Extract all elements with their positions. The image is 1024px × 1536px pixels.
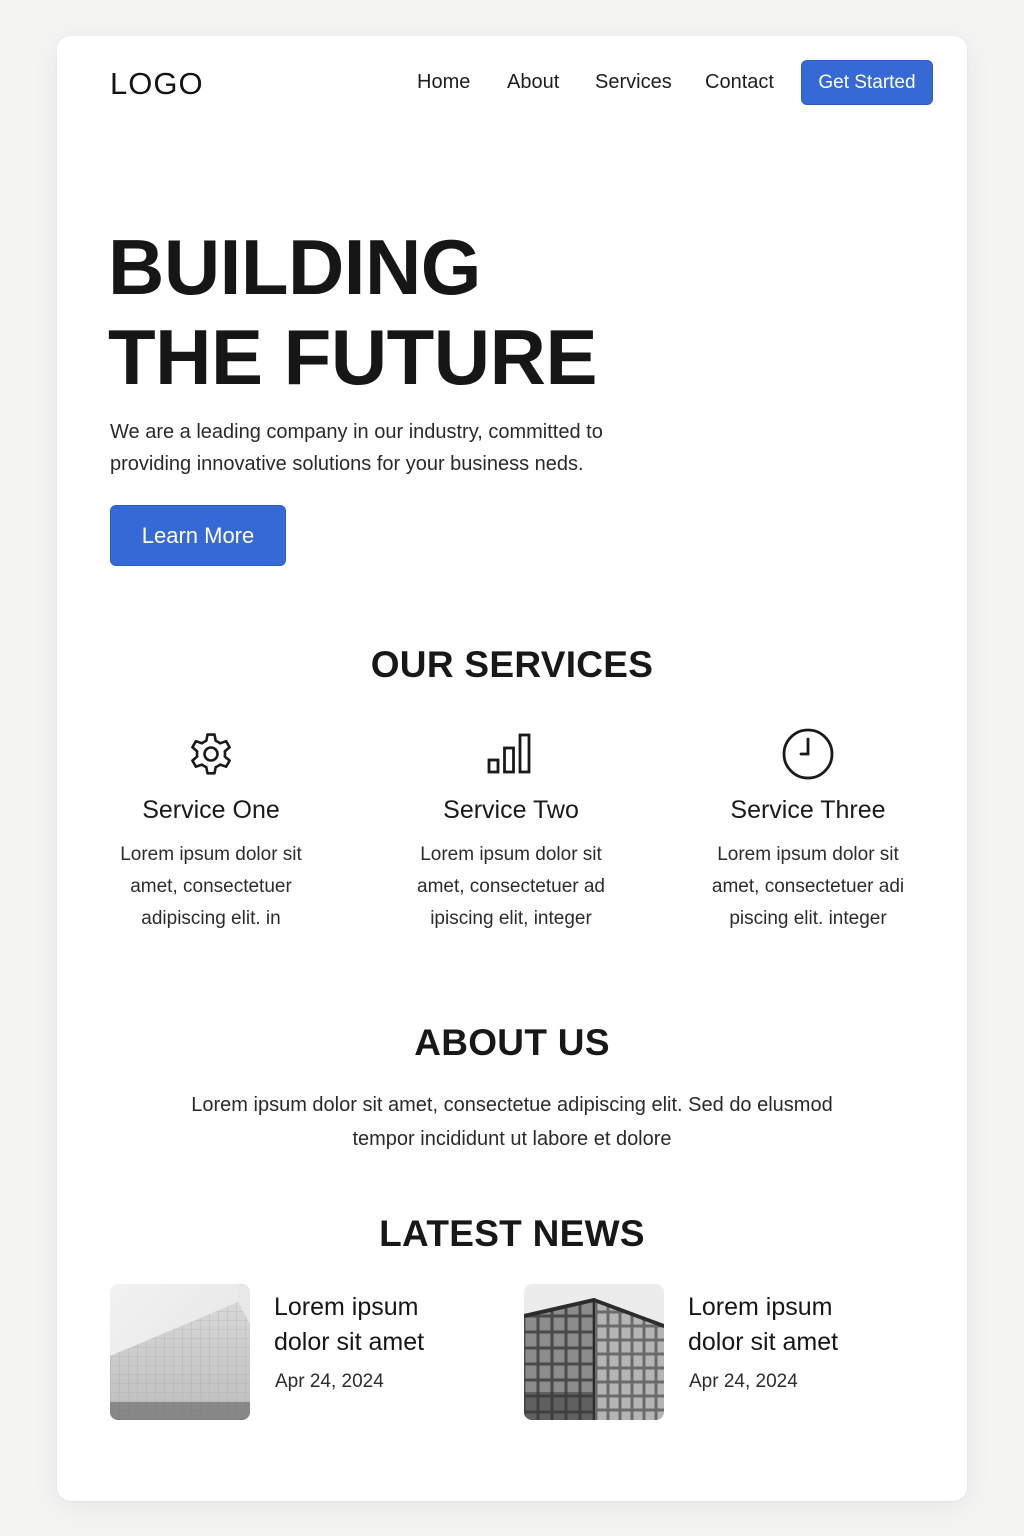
news-headline[interactable]: Lorem ipsum dolor sit amet	[688, 1290, 888, 1360]
news-item[interactable]: Lorem ipsum dolor sit amet Apr 24, 2024	[524, 1284, 904, 1422]
service-card-three: Service Three Lorem ipsum dolor sit amet…	[678, 726, 938, 935]
hero-description: We are a leading company in our industry…	[110, 421, 603, 475]
news-item[interactable]: Lorem ipsum dolor sit amet Apr 24, 2024	[110, 1284, 490, 1422]
page-card: LOGO Home About Services Contact Get Sta…	[57, 36, 967, 1501]
clock-icon	[782, 728, 834, 780]
hero-title-line-1: BUILDING	[108, 223, 481, 311]
service-title: Service One	[142, 796, 280, 824]
about-text: Lorem ipsum dolor sit amet, consectetue …	[191, 1094, 833, 1150]
nav-services-link[interactable]: Services	[595, 71, 672, 94]
news-date: Apr 24, 2024	[689, 1371, 798, 1392]
nav-about-link[interactable]: About	[507, 71, 559, 94]
news-headline[interactable]: Lorem ipsum dolor sit amet	[274, 1290, 474, 1360]
nav-contact-link[interactable]: Contact	[705, 71, 774, 94]
service-description: Lorem ipsum dolor sit amet, consectetuer…	[120, 844, 302, 929]
service-title: Service Three	[730, 796, 886, 824]
services-heading: OUR SERVICES	[370, 644, 654, 685]
news-heading: LATEST NEWS	[379, 1213, 645, 1254]
news-thumbnail[interactable]	[524, 1284, 664, 1420]
service-card-two: Service Two Lorem ipsum dolor sit amet, …	[381, 726, 641, 935]
learn-more-button[interactable]: Learn More	[110, 505, 286, 566]
service-description: Lorem ipsum dolor sit amet, consectetuer…	[711, 844, 905, 929]
service-description: Lorem ipsum dolor sit amet, consectetuer…	[417, 844, 605, 929]
hero-title: BUILDING THE FUTURE	[108, 222, 597, 402]
service-card-one: Service One Lorem ipsum dolor sit amet, …	[81, 726, 341, 935]
nav-home-link[interactable]: Home	[417, 71, 470, 94]
get-started-button[interactable]: Get Started	[801, 60, 933, 105]
hero-title-line-2: THE FUTURE	[108, 313, 597, 401]
about-heading: ABOUT US	[414, 1022, 610, 1063]
news-date: Apr 24, 2024	[275, 1371, 384, 1392]
logo[interactable]: LOGO	[110, 66, 204, 102]
building-image	[524, 1284, 664, 1420]
service-title: Service Two	[443, 796, 579, 824]
bar-chart-icon	[487, 733, 531, 774]
gear-icon	[191, 733, 231, 775]
news-thumbnail[interactable]	[110, 1284, 250, 1420]
building-image	[110, 1284, 250, 1420]
